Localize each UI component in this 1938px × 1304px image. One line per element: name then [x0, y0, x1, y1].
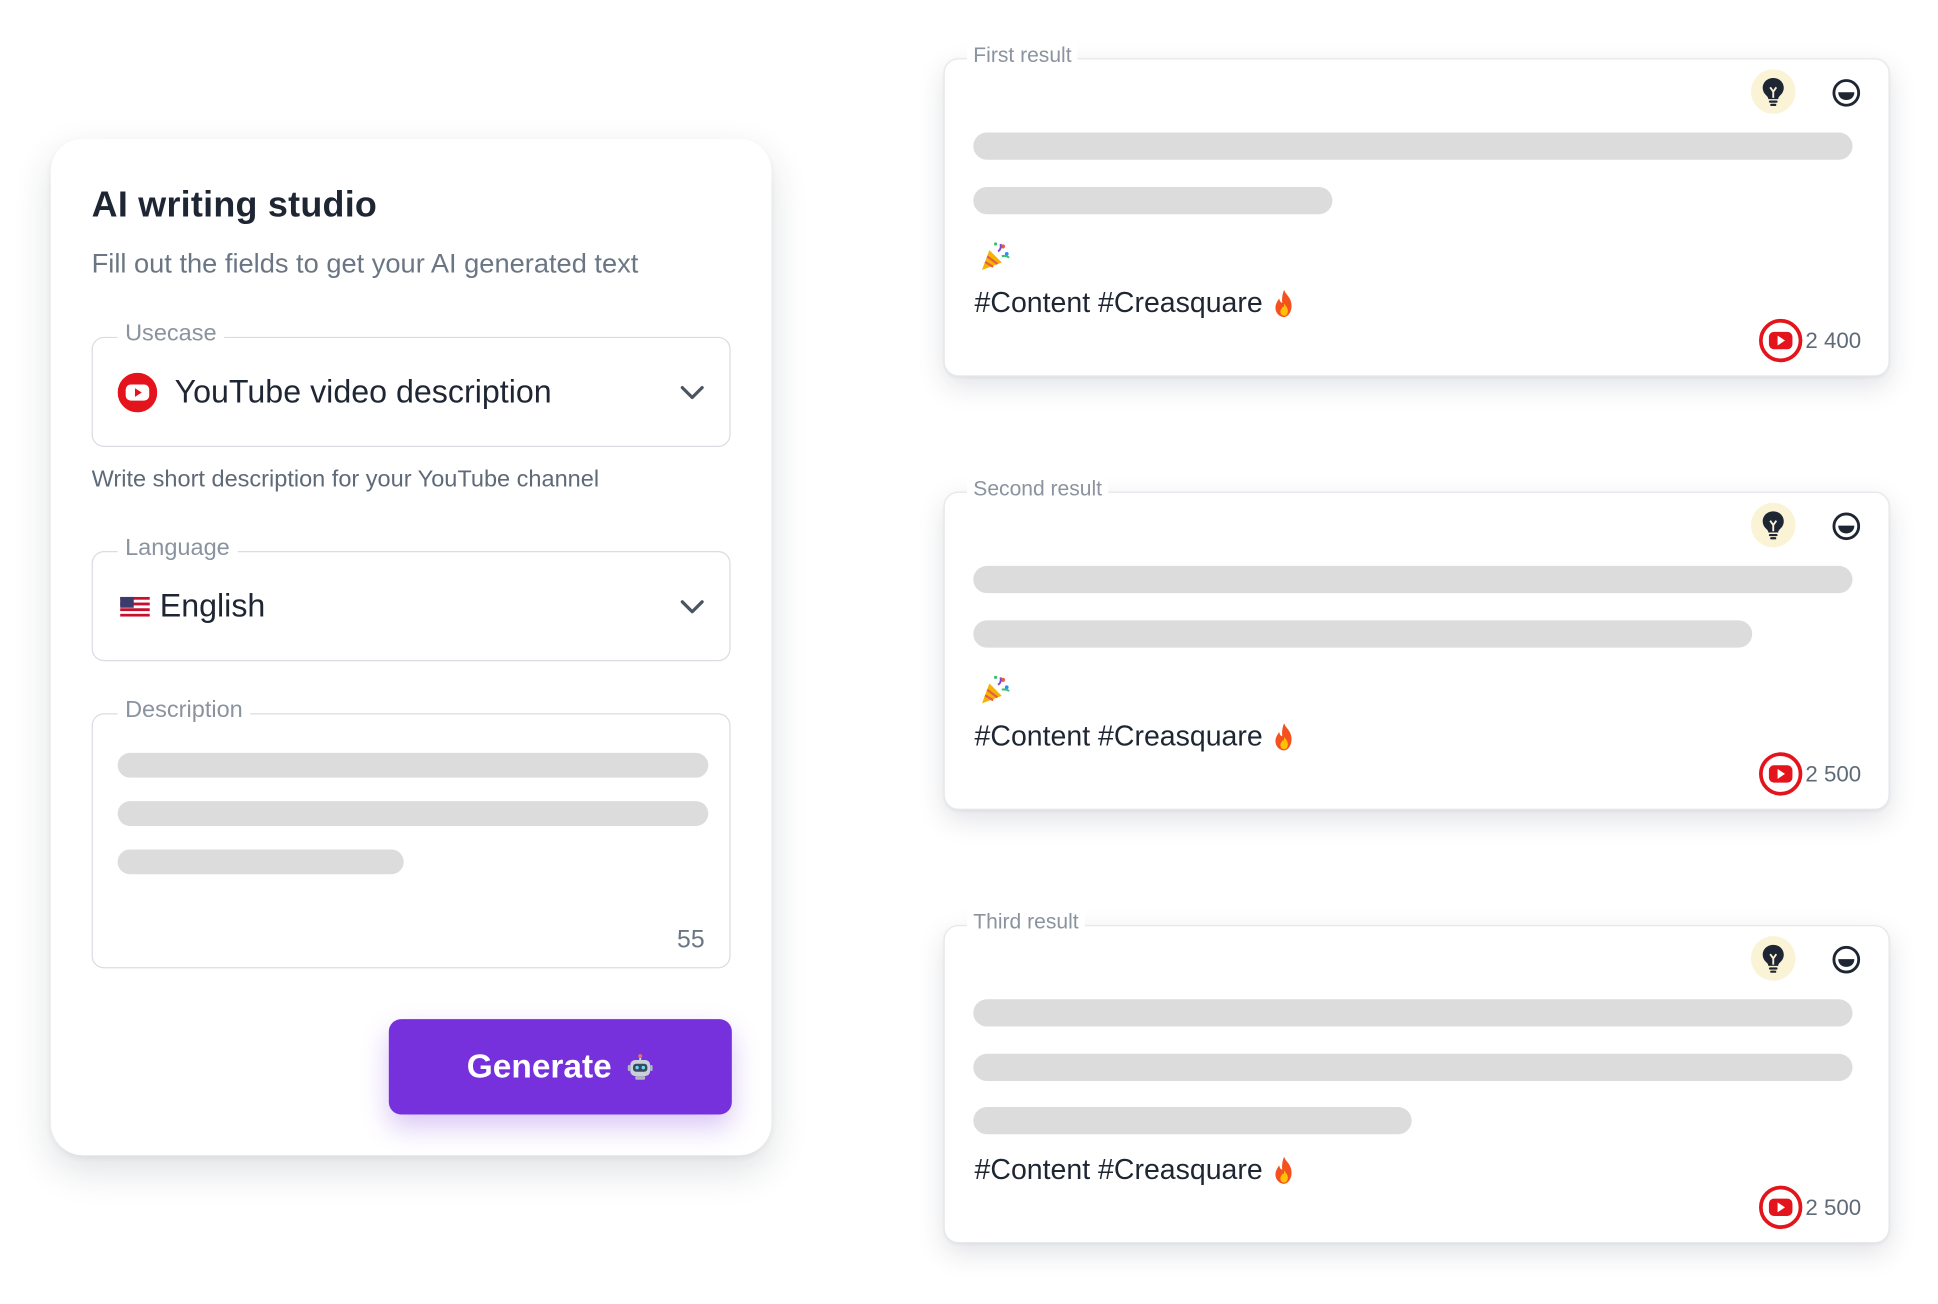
view-count-value: 2 400 [1805, 327, 1862, 353]
usecase-select[interactable]: Usecase YouTube video description [91, 320, 731, 448]
description-skeleton-line [117, 801, 709, 826]
view-count: 2 500 [1758, 752, 1861, 797]
result-skeleton-line [973, 620, 1753, 648]
canvas-inner: AI writing studio Fill out the fields to… [0, 0, 1938, 1300]
youtube-icon [117, 372, 158, 412]
hashtags: #Content #Creasquare [975, 1153, 1297, 1186]
language-value: English [159, 586, 266, 625]
result-card-first: First result #Content #Creasquare 2 400 [943, 42, 1890, 377]
hashtags: #Content #Creasquare [975, 286, 1297, 319]
lightbulb-glyph [1762, 511, 1784, 540]
hashtags-text: #Content #Creasquare [974, 719, 1263, 752]
description-skeleton-line [117, 849, 404, 875]
smiley-icon[interactable] [1831, 78, 1861, 108]
form-subtitle: Fill out the fields to get your AI gener… [91, 247, 639, 279]
fire-icon [1275, 722, 1292, 750]
description-textarea[interactable]: Description 55 [91, 697, 731, 969]
result-label: First result [967, 42, 1078, 69]
result-skeleton-line [973, 1053, 1853, 1082]
lightbulb-icon[interactable] [1750, 69, 1796, 114]
result-card-second: Second result #Content #Creasquare 2 500 [943, 475, 1890, 810]
hashtags-text: #Content #Creasquare [974, 286, 1263, 319]
result-skeleton-line [973, 999, 1853, 1027]
robot-icon [627, 1053, 653, 1080]
hashtags: #Content #Creasquare [975, 719, 1297, 752]
usecase-value: YouTube video description [174, 372, 552, 410]
party-popper-icon [981, 242, 1010, 270]
language-select[interactable]: Language English [91, 534, 731, 662]
lightbulb-glyph [1762, 78, 1784, 106]
smiley-icon[interactable] [1831, 945, 1861, 975]
chevron-down-icon[interactable] [680, 599, 705, 614]
usecase-hint: Write short description for your YouTube… [91, 466, 600, 493]
char-counter: 55 [677, 926, 705, 954]
fire-icon [1275, 1155, 1292, 1184]
generate-label: Generate [466, 1047, 612, 1085]
result-label: Second result [967, 475, 1109, 502]
result-skeleton-line [973, 565, 1853, 594]
party-popper-icon [981, 675, 1010, 704]
canvas: AI writing studio Fill out the fields to… [0, 0, 1938, 1304]
youtube-icon [1758, 752, 1803, 796]
ai-writing-studio-card: AI writing studio Fill out the fields to… [50, 138, 772, 1156]
lightbulb-icon[interactable] [1750, 936, 1796, 981]
form-title: AI writing studio [91, 185, 378, 226]
fire-icon [1275, 289, 1292, 317]
hashtags-text: #Content #Creasquare [974, 1152, 1263, 1186]
result-skeleton-line [973, 132, 1853, 160]
description-label: Description [117, 697, 251, 725]
generate-button[interactable]: Generate [388, 1019, 732, 1115]
youtube-icon [1758, 1185, 1803, 1230]
result-card-third: Third result #Content #Creasquare 2 500 [943, 908, 1890, 1244]
description-skeleton-line [117, 752, 709, 778]
view-count-value: 2 500 [1805, 760, 1862, 786]
chevron-down-icon[interactable] [680, 384, 705, 399]
view-count: 2 500 [1758, 1185, 1861, 1230]
lightbulb-glyph [1762, 944, 1784, 973]
lightbulb-icon[interactable] [1750, 502, 1796, 548]
youtube-icon [1758, 318, 1803, 363]
view-count: 2 400 [1758, 318, 1861, 363]
us-flag-icon [120, 596, 150, 617]
result-skeleton-line [973, 186, 1333, 215]
result-skeleton-line [973, 1107, 1412, 1135]
result-label: Third result [967, 908, 1085, 935]
smiley-icon[interactable] [1831, 511, 1861, 541]
language-value-wrap: English [120, 552, 265, 660]
view-count-value: 2 500 [1805, 1194, 1862, 1220]
